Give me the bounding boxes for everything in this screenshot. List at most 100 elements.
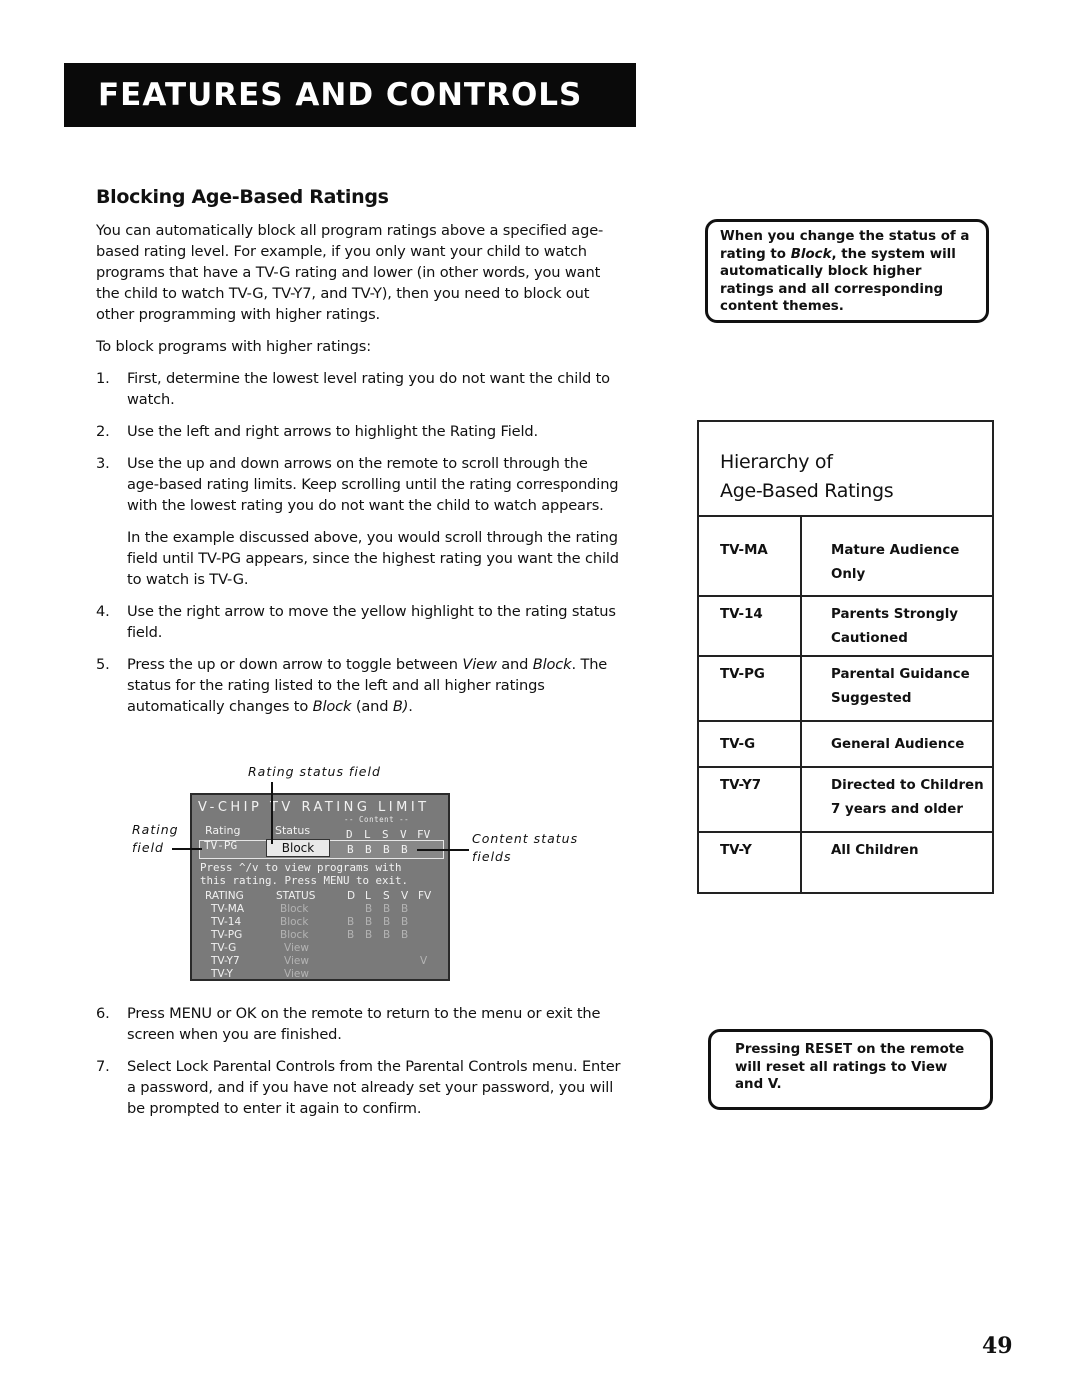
step-item: 3. Use the up and down arrows on the rem…	[96, 453, 621, 590]
hierarchy-title-line2: Age-Based Ratings	[720, 480, 894, 502]
screen-row-rating: TV-Y7	[211, 955, 240, 967]
col-header-status: Status	[275, 824, 311, 837]
screen-row-rating: TV-MA	[211, 903, 245, 915]
rating-description-line2: 7 years and older	[831, 802, 963, 817]
screen-row-status: View	[284, 968, 309, 980]
rating-code: TV-G	[720, 737, 756, 752]
table-header-v: V	[401, 890, 409, 902]
table-header-fv: FV	[418, 890, 432, 902]
text-run-italic: Block	[532, 656, 572, 673]
step-text: Select Lock Parental Controls from the P…	[127, 1058, 621, 1117]
content-group-label: -- Content --	[344, 815, 410, 824]
step-item: 5. Press the up or down arrow to toggle …	[96, 654, 621, 717]
screen-row-content-cell: B	[365, 903, 373, 915]
table-header-d: D	[347, 890, 356, 902]
screen-row-content-cell: B	[383, 903, 391, 915]
tv-screen: V-CHIP TV RATING LIMIT -- Content -- Rat…	[190, 793, 450, 981]
rating-description: Directed to Children 7 years and older	[831, 774, 984, 822]
screen-row-content-cell: B	[347, 916, 355, 928]
screen-hint: Press ^/v to view programs with this rat…	[200, 861, 409, 887]
content-status-s[interactable]: B	[383, 843, 390, 856]
step-text: Use the up and down arrows on the remote…	[127, 455, 619, 514]
rating-status-value: Block	[281, 841, 315, 855]
screen-row-content-cell: B	[365, 916, 373, 928]
text-run-italic: Block	[790, 246, 832, 262]
rating-description-line1: All Children	[831, 843, 919, 858]
rating-description-line2: Only	[831, 567, 866, 582]
screen-row-status: View	[284, 942, 309, 954]
rating-description-line1: Parental Guidance	[831, 667, 970, 682]
rating-code: TV-Y	[720, 843, 752, 858]
screen-row-content-cell: B	[401, 929, 409, 941]
section-title: Blocking Age-Based Ratings	[96, 186, 389, 208]
screen-row-rating: TV-G	[211, 942, 237, 954]
screen-row-status: Block	[280, 929, 309, 941]
screen-row-content-cell: B	[401, 916, 409, 928]
callout-rating-field-line1: Rating	[132, 822, 179, 837]
content-status-l[interactable]: B	[365, 843, 372, 856]
rating-description: Parents Strongly Cautioned	[831, 603, 958, 651]
col-header-rating: Rating	[205, 824, 241, 837]
table-header-status: STATUS	[276, 890, 316, 902]
screen-title: V-CHIP TV RATING LIMIT	[198, 800, 430, 815]
hierarchy-title: Hierarchy of Age-Based Ratings	[699, 422, 992, 517]
rating-description: General Audience	[831, 733, 964, 757]
screen-row-rating: TV-PG	[211, 929, 243, 941]
hierarchy-row: TV-14 Parents Strongly Cautioned	[699, 597, 992, 657]
section-banner: FEATURES AND CONTROLS	[64, 63, 636, 127]
step-number: 7.	[96, 1058, 110, 1075]
step-text: Use the left and right arrows to highlig…	[127, 423, 538, 440]
rating-code: TV-14	[720, 607, 763, 622]
step-item: 1. First, determine the lowest level rat…	[96, 368, 621, 410]
rating-description: All Children	[831, 839, 919, 863]
screen-row-content-cell: B	[383, 929, 391, 941]
rating-field[interactable]: TV-PG	[204, 839, 237, 852]
table-header-l: L	[365, 890, 371, 902]
rating-description-line1: Directed to Children	[831, 778, 984, 793]
content-status-d[interactable]: B	[347, 843, 354, 856]
hierarchy-table: Hierarchy of Age-Based Ratings TV-MA Matu…	[697, 420, 994, 894]
lead-paragraph: To block programs with higher ratings:	[96, 338, 371, 355]
screen-row-status: View	[284, 955, 309, 967]
screen-row-rating: TV-Y	[211, 968, 233, 980]
note-block-status: When you change the status of a rating t…	[705, 219, 989, 323]
screen-row-status: Block	[280, 903, 309, 915]
step-number: 6.	[96, 1005, 110, 1022]
rating-description: Mature Audience Only	[831, 539, 959, 587]
text-run: (and	[351, 698, 393, 715]
step-item: 2. Use the left and right arrows to high…	[96, 421, 621, 442]
text-run-italic: B)	[392, 698, 409, 715]
hierarchy-row: TV-PG Parental Guidance Suggested	[699, 657, 992, 722]
text-run-italic: Block	[312, 698, 352, 715]
rating-code: TV-Y7	[720, 778, 762, 793]
step-extra-text: In the example discussed above, you woul…	[127, 529, 619, 588]
rating-description-line1: Parents Strongly	[831, 607, 959, 622]
rating-description-line1: Mature Audience	[831, 543, 960, 558]
rating-status-field[interactable]: Block	[266, 839, 330, 857]
step-item: 4. Use the right arrow to move the yello…	[96, 601, 621, 643]
text-run: Press the up or down arrow to toggle bet…	[127, 656, 463, 673]
page-number: 49	[982, 1333, 1013, 1359]
rating-description: Parental Guidance Suggested	[831, 663, 970, 711]
step-number: 3.	[96, 455, 110, 472]
step-text: Use the right arrow to move the yellow h…	[127, 603, 616, 641]
content-status-v[interactable]: B	[401, 843, 408, 856]
step-text: Press the up or down arrow to toggle bet…	[127, 654, 621, 717]
reset-note-text: Pressing RESET on the remote will reset …	[735, 1042, 965, 1092]
text-run: .	[408, 698, 413, 715]
callout-content-status-line1: Content status	[472, 831, 579, 846]
hierarchy-row: TV-MA Mature Audience Only	[699, 517, 992, 597]
hierarchy-title-line1: Hierarchy of	[720, 451, 833, 473]
rating-code: TV-PG	[720, 667, 765, 682]
screen-row-status: Block	[280, 916, 309, 928]
rating-description-line2: Suggested	[831, 691, 912, 706]
vchip-screen-diagram: Rating status field Rating field Content…	[120, 760, 600, 985]
step-item: 6. Press MENU or OK on the remote to ret…	[96, 1003, 621, 1045]
step-number: 1.	[96, 370, 110, 387]
hierarchy-row: TV-Y7 Directed to Children 7 years and old…	[699, 768, 992, 833]
note-reset: Pressing RESET on the remote will reset …	[708, 1029, 993, 1110]
screen-row-content-cell: B	[383, 916, 391, 928]
callout-rating-field-line2: field	[132, 840, 164, 855]
text-run: and	[496, 656, 533, 673]
banner-title: FEATURES AND CONTROLS	[98, 77, 583, 113]
